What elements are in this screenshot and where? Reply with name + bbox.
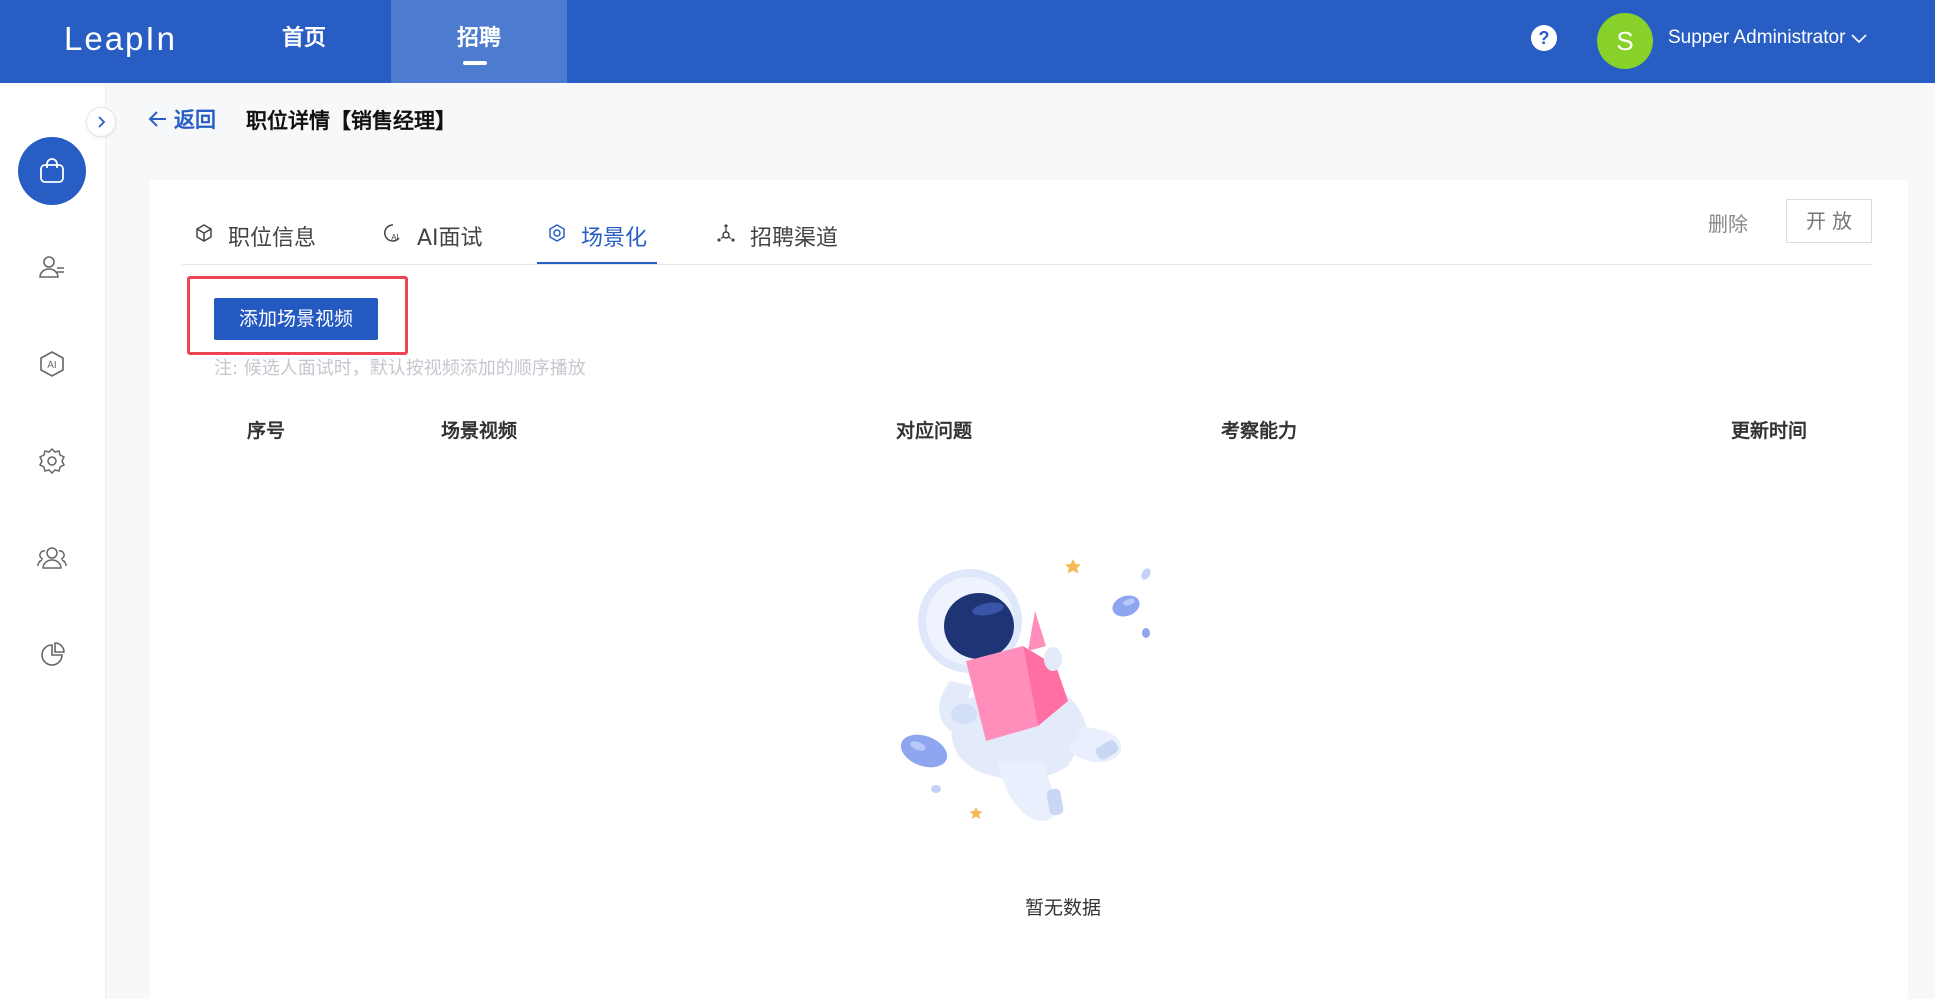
playback-note: 注: 候选人面试时，默认按视频添加的顺序播放 (214, 358, 586, 379)
empty-astronaut-illustration (900, 559, 1151, 822)
nav-home[interactable]: 首页 (250, 0, 358, 83)
sidebar: AI (0, 83, 106, 999)
add-scene-video-button[interactable]: 添加场景视频 (214, 298, 378, 340)
tab-job-info[interactable]: 职位信息 (194, 208, 316, 264)
tab-label: 职位信息 (228, 226, 317, 251)
page-title: 职位详情【销售经理】 (246, 109, 456, 133)
settings-icon (38, 447, 66, 475)
tab-label: 招聘渠道 (750, 226, 839, 251)
sidebar-item-candidates[interactable] (18, 233, 86, 301)
open-button[interactable]: 开放 (1786, 199, 1872, 243)
app-logo[interactable]: LeapIn (64, 20, 177, 58)
svg-text:AI: AI (391, 233, 399, 242)
help-icon[interactable]: ? (1531, 25, 1557, 51)
tab-channels[interactable]: 招聘渠道 (716, 208, 838, 264)
channel-icon (717, 224, 735, 242)
nav-recruit[interactable]: 招聘 (391, 0, 567, 83)
candidates-icon (39, 256, 64, 278)
back-label: 返回 (174, 108, 216, 132)
column-header-question: 对应问题 (896, 420, 973, 442)
content-card: 职位信息 AI AI面试 场景化 招聘渠道 删除 开放 添加场景视频 注: 候选… (150, 180, 1908, 999)
column-header-updated-time: 更新时间 (1731, 420, 1808, 442)
delete-button[interactable]: 删除 (1708, 208, 1748, 237)
sidebar-item-jobs[interactable] (18, 137, 86, 205)
column-header-index: 序号 (247, 420, 286, 442)
pie-chart-icon (41, 642, 65, 666)
column-header-scene-video: 场景视频 (441, 420, 518, 442)
tab-ai-interview[interactable]: AI AI面试 (383, 208, 483, 264)
top-navbar: LeapIn 首页 招聘 ? S Supper Administrator (0, 0, 1935, 83)
sidebar-item-analytics[interactable] (18, 621, 86, 689)
ai-interview-icon: AI (384, 224, 400, 242)
nav-active-indicator (463, 61, 487, 65)
user-name[interactable]: Supper Administrator (1668, 27, 1845, 49)
scene-icon (549, 224, 565, 242)
ai-icon: AI (40, 351, 64, 377)
back-link[interactable]: 返回 (148, 104, 216, 134)
nav-recruit-label: 招聘 (456, 26, 501, 51)
sidebar-item-ai[interactable]: AI (18, 330, 86, 398)
chevron-right-icon (98, 116, 106, 128)
tab-scene[interactable]: 场景化 (536, 208, 658, 265)
team-icon (37, 547, 67, 569)
chevron-down-icon[interactable] (1850, 29, 1868, 47)
briefcase-icon (40, 158, 64, 183)
sidebar-item-team[interactable] (18, 524, 86, 592)
sidebar-item-settings[interactable] (18, 427, 86, 495)
avatar[interactable]: S (1597, 13, 1653, 69)
tab-label: AI面试 (417, 226, 483, 251)
svg-text:AI: AI (47, 360, 56, 371)
column-header-ability: 考察能力 (1221, 420, 1298, 442)
arrow-left-icon (148, 111, 166, 127)
empty-state-text: 暂无数据 (1024, 897, 1101, 919)
sidebar-expand-button[interactable] (86, 107, 116, 137)
tab-label: 场景化 (581, 226, 648, 251)
cube-icon (196, 224, 212, 242)
tabs-divider (182, 264, 1872, 265)
